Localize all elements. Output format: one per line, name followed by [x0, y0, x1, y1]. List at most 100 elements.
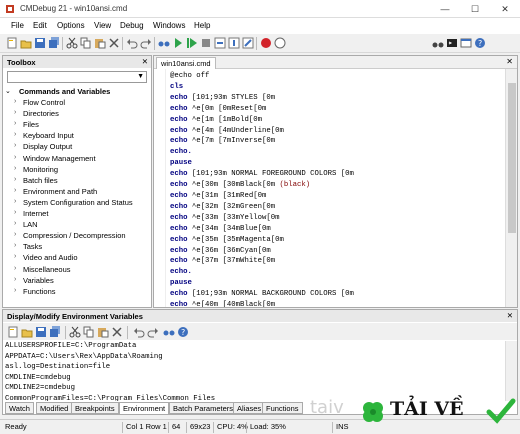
find-icon[interactable]	[158, 37, 170, 49]
close-icon[interactable]: ✕	[507, 311, 513, 320]
line-gutter[interactable]	[154, 69, 166, 307]
open-icon[interactable]	[20, 37, 32, 49]
copy-icon[interactable]	[83, 326, 95, 338]
tree-item[interactable]: › Directories	[14, 109, 59, 118]
chevron-right-icon[interactable]: ›	[14, 142, 16, 149]
tab-aliases[interactable]: Aliases	[233, 402, 266, 414]
save-icon[interactable]	[34, 37, 46, 49]
close-button[interactable]: ✕	[490, 0, 520, 18]
run-icon[interactable]	[172, 37, 184, 49]
tree-item[interactable]: › Variables	[14, 276, 54, 285]
tree-item[interactable]: › Monitoring	[14, 165, 58, 174]
redo-icon[interactable]	[147, 326, 159, 338]
chevron-right-icon[interactable]: ›	[14, 276, 16, 283]
tree-item[interactable]: › Compression / Decompression	[14, 231, 126, 240]
chevron-right-icon[interactable]: ›	[14, 287, 16, 294]
env-scrollbar[interactable]	[505, 341, 517, 401]
env-variables-text[interactable]: ALLUSERSPROFILE=C:\ProgramData APPDATA=C:…	[5, 341, 503, 401]
undo-icon[interactable]	[126, 37, 138, 49]
saveall-icon[interactable]	[48, 37, 60, 49]
chevron-right-icon[interactable]: ›	[14, 176, 16, 183]
tree-item[interactable]: › Functions	[14, 287, 56, 296]
find-icon[interactable]	[163, 326, 175, 338]
tree-item[interactable]: › Miscellaneous	[14, 265, 71, 274]
editor-tab[interactable]: win10ansi.cmd	[156, 57, 216, 69]
saveall-icon[interactable]	[49, 326, 61, 338]
binoculars-icon[interactable]	[432, 37, 444, 49]
tree-item[interactable]: › System Configuration and Status	[14, 198, 133, 207]
undo-icon[interactable]	[133, 326, 145, 338]
window-icon[interactable]	[460, 37, 472, 49]
menu-debug[interactable]: Debug	[120, 21, 144, 30]
tab-environment[interactable]: Environment	[119, 402, 170, 414]
toolbox-filter-combo[interactable]: ▼	[7, 71, 147, 83]
tree-root[interactable]: ⌄ Commands and Variables	[5, 87, 110, 96]
chevron-right-icon[interactable]: ›	[14, 98, 16, 105]
breakpoint-icon[interactable]	[260, 37, 272, 49]
chevron-right-icon[interactable]: ›	[14, 231, 16, 238]
tree-item[interactable]: › Keyboard Input	[14, 131, 74, 140]
chevron-right-icon[interactable]: ›	[14, 154, 16, 161]
editor-scrollbar[interactable]	[505, 69, 517, 307]
paste-icon[interactable]	[97, 326, 109, 338]
chevron-right-icon[interactable]: ›	[14, 242, 16, 249]
scrollbar-thumb[interactable]	[508, 83, 516, 233]
new-icon[interactable]	[7, 326, 19, 338]
menu-windows[interactable]: Windows	[153, 21, 185, 30]
console-icon[interactable]	[446, 37, 458, 49]
menu-help[interactable]: Help	[194, 21, 210, 30]
menu-file[interactable]: File	[11, 21, 24, 30]
paste-icon[interactable]	[94, 37, 106, 49]
chevron-right-icon[interactable]: ›	[14, 220, 16, 227]
tree-item[interactable]: › Window Management	[14, 154, 96, 163]
menu-edit[interactable]: Edit	[33, 21, 47, 30]
menu-options[interactable]: Options	[57, 21, 85, 30]
stepover-icon[interactable]	[214, 37, 226, 49]
stepinto-icon[interactable]	[228, 37, 240, 49]
save-icon[interactable]	[35, 326, 47, 338]
tree-item[interactable]: › Batch files	[14, 176, 58, 185]
chevron-down-icon[interactable]: ▼	[137, 73, 144, 80]
redo-icon[interactable]	[140, 37, 152, 49]
step-icon[interactable]	[186, 37, 198, 49]
close-icon[interactable]: ✕	[142, 57, 148, 66]
tree-item[interactable]: › Video and Audio	[14, 253, 78, 262]
delete-icon[interactable]	[111, 326, 123, 338]
tree-item[interactable]: › Internet	[14, 209, 48, 218]
cut-icon[interactable]	[66, 37, 78, 49]
tree-item[interactable]: › Flow Control	[14, 98, 65, 107]
tree-item[interactable]: › Display Output	[14, 142, 72, 151]
menu-view[interactable]: View	[94, 21, 111, 30]
tab-breakpoints[interactable]: Breakpoints	[71, 402, 119, 414]
tab-modified[interactable]: Modified	[36, 402, 73, 414]
cut-icon[interactable]	[69, 326, 81, 338]
chevron-right-icon[interactable]: ›	[14, 198, 16, 205]
chevron-down-icon[interactable]: ⌄	[5, 87, 11, 95]
tree-item[interactable]: › LAN	[14, 220, 38, 229]
tree-item[interactable]: › Files	[14, 120, 39, 129]
minimize-button[interactable]: —	[430, 0, 460, 18]
chevron-right-icon[interactable]: ›	[14, 253, 16, 260]
chevron-right-icon[interactable]: ›	[14, 265, 16, 272]
chevron-right-icon[interactable]: ›	[14, 209, 16, 216]
help-icon[interactable]: ?	[474, 37, 486, 49]
help-icon[interactable]: ?	[177, 326, 189, 338]
chevron-right-icon[interactable]: ›	[14, 109, 16, 116]
delete-icon[interactable]	[108, 37, 120, 49]
tab-functions[interactable]: Functions	[262, 402, 303, 414]
new-icon[interactable]	[6, 37, 18, 49]
stepout-icon[interactable]	[242, 37, 254, 49]
code-editor[interactable]: @echo off cls echo [101;93m STYLES [0m echo…	[170, 71, 500, 307]
chevron-right-icon[interactable]: ›	[14, 131, 16, 138]
tree-item[interactable]: › Tasks	[14, 242, 42, 251]
clear-breakpoints-icon[interactable]	[274, 37, 286, 49]
tab-batch-parameters[interactable]: Batch Parameters	[169, 402, 238, 414]
maximize-button[interactable]: ☐	[460, 0, 490, 18]
close-icon[interactable]: ✕	[506, 57, 513, 66]
open-icon[interactable]	[21, 326, 33, 338]
chevron-right-icon[interactable]: ›	[14, 187, 16, 194]
tab-watch[interactable]: Watch	[5, 402, 34, 414]
chevron-right-icon[interactable]: ›	[14, 120, 16, 127]
chevron-right-icon[interactable]: ›	[14, 165, 16, 172]
stop-icon[interactable]	[200, 37, 212, 49]
